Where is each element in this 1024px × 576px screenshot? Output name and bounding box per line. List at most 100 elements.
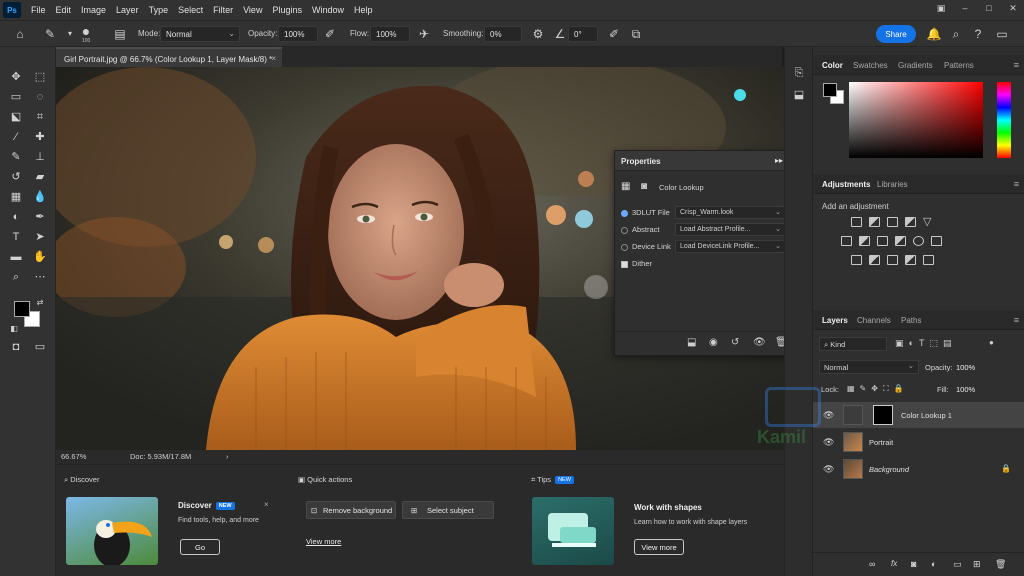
- tab-gradients[interactable]: Gradients: [898, 61, 933, 70]
- lasso-tool-icon[interactable]: ◌: [32, 89, 48, 105]
- tab-color[interactable]: Color: [822, 61, 843, 70]
- share-button[interactable]: Share: [876, 25, 916, 43]
- brush-preset-icon[interactable]: ●: [78, 23, 94, 39]
- layer-name[interactable]: Color Lookup 1: [901, 411, 952, 420]
- gear-icon[interactable]: ⚙: [530, 26, 546, 42]
- object-select-tool-icon[interactable]: ⬕: [8, 109, 24, 125]
- black-white-icon[interactable]: [877, 236, 888, 246]
- close-tab-icon[interactable]: ×: [271, 54, 276, 63]
- tab-layers[interactable]: Layers: [822, 316, 848, 325]
- reset-icon[interactable]: ↺: [731, 337, 739, 348]
- foreground-color-swatch[interactable]: [14, 301, 30, 317]
- link-layers-icon[interactable]: ∞: [869, 559, 875, 569]
- tab-paths[interactable]: Paths: [901, 316, 921, 325]
- brush-settings-icon[interactable]: ▤: [112, 26, 128, 42]
- channel-mixer-icon[interactable]: [913, 236, 924, 246]
- radio-3dlut-file[interactable]: 3DLUT File: [621, 208, 670, 217]
- fill-value[interactable]: 100%: [956, 385, 975, 394]
- menu-file[interactable]: File: [31, 5, 46, 15]
- select-subject-button[interactable]: ⊞ Select subject: [402, 501, 494, 519]
- shape-tool-icon[interactable]: ▬: [8, 249, 24, 265]
- layer-filter-select[interactable]: ⌕ Kind: [819, 337, 887, 351]
- pen-tool-icon[interactable]: ✒: [32, 209, 48, 225]
- airbrush-icon[interactable]: ✈: [416, 26, 432, 42]
- new-adjustment-icon[interactable]: ◐: [931, 559, 936, 569]
- brush-tool-icon[interactable]: ✎: [8, 149, 24, 165]
- radio-device-link[interactable]: Device Link: [621, 242, 671, 251]
- collapse-icon[interactable]: ▸▸: [775, 156, 783, 165]
- tab-adjustments[interactable]: Adjustments: [822, 180, 870, 189]
- menu-select[interactable]: Select: [178, 5, 203, 15]
- view-more-link[interactable]: View more: [306, 537, 341, 546]
- menu-view[interactable]: View: [243, 5, 262, 15]
- search-icon[interactable]: ⌕: [948, 26, 964, 42]
- swap-colors-icon[interactable]: ⇄: [32, 295, 48, 311]
- filter-toggle-icon[interactable]: ●: [989, 338, 994, 347]
- go-button[interactable]: Go: [180, 539, 220, 555]
- tab-libraries[interactable]: Libraries: [877, 180, 908, 189]
- exposure-adjust-icon[interactable]: [905, 217, 916, 227]
- menu-help[interactable]: Help: [354, 5, 373, 15]
- dropdown-chevron-icon[interactable]: ▾: [62, 26, 78, 42]
- gradient-map-icon[interactable]: [905, 255, 916, 265]
- close-icon[interactable]: ✕: [1008, 3, 1018, 14]
- color-picker-field[interactable]: [849, 82, 983, 158]
- path-select-tool-icon[interactable]: ➤: [32, 229, 48, 245]
- delete-layer-icon[interactable]: 🗑: [995, 559, 1006, 570]
- home-icon[interactable]: ⌂: [12, 26, 28, 42]
- status-chevron-icon[interactable]: ›: [226, 452, 229, 461]
- curves-adjust-icon[interactable]: [887, 217, 898, 227]
- posterize-icon[interactable]: [869, 255, 880, 265]
- close-icon[interactable]: ×: [264, 500, 269, 509]
- quick-mask-icon[interactable]: ◘: [8, 339, 24, 355]
- menu-layer[interactable]: Layer: [116, 5, 139, 15]
- tab-patterns[interactable]: Patterns: [944, 61, 974, 70]
- panel-menu-icon[interactable]: ≡: [1014, 60, 1019, 70]
- menu-plugins[interactable]: Plugins: [272, 5, 302, 15]
- view-more-button[interactable]: View more: [634, 539, 684, 555]
- layer-name[interactable]: Portrait: [869, 438, 893, 447]
- workspace-icon[interactable]: ▭: [994, 26, 1010, 42]
- type-tool-icon[interactable]: T: [8, 229, 24, 245]
- smoothing-field[interactable]: 0%: [484, 26, 522, 42]
- gradient-tool-icon[interactable]: ▦: [8, 189, 24, 205]
- menu-edit[interactable]: Edit: [56, 5, 72, 15]
- help-icon[interactable]: ?: [970, 26, 986, 42]
- maximize-icon[interactable]: □: [984, 3, 994, 14]
- photo-filter-icon[interactable]: [895, 236, 906, 246]
- color-lookup-icon[interactable]: [931, 236, 942, 246]
- new-layer-icon[interactable]: ⊞: [973, 559, 981, 570]
- doc-size[interactable]: Doc: 5.93M/17.8M: [130, 452, 191, 461]
- panel-menu-icon[interactable]: ≡: [1014, 315, 1019, 325]
- screen-mode-icon[interactable]: ▭: [32, 339, 48, 355]
- artboard-tool-icon[interactable]: ⬚: [32, 69, 48, 85]
- layer-filter-icons[interactable]: ▣◐T⬚▤: [895, 338, 956, 349]
- selective-color-icon[interactable]: [923, 255, 934, 265]
- color-balance-icon[interactable]: [859, 236, 870, 246]
- crop-tool-icon[interactable]: ⌗: [32, 109, 48, 125]
- stamp-tool-icon[interactable]: ⊥: [32, 149, 48, 165]
- hue-slider[interactable]: [997, 82, 1011, 158]
- mode-select[interactable]: Normal ⌄: [160, 26, 240, 42]
- marquee-tool-icon[interactable]: ▭: [8, 89, 24, 105]
- eyedropper-tool-icon[interactable]: ⁄: [8, 129, 24, 145]
- blur-tool-icon[interactable]: 💧: [32, 189, 48, 205]
- brightness-adjust-icon[interactable]: [851, 217, 862, 227]
- menu-filter[interactable]: Filter: [213, 5, 233, 15]
- visibility-eye-icon[interactable]: 👁: [753, 337, 766, 348]
- zoom-level[interactable]: 66.67%: [61, 452, 86, 461]
- abstract-select[interactable]: Load Abstract Profile... ⌄: [675, 223, 785, 236]
- eraser-tool-icon[interactable]: ▰: [32, 169, 48, 185]
- tab-channels[interactable]: Channels: [857, 316, 891, 325]
- arrange-icon[interactable]: ▣: [936, 3, 946, 14]
- new-group-icon[interactable]: ▭: [953, 559, 962, 570]
- pressure-opacity-icon[interactable]: ✐: [322, 26, 338, 42]
- panel-menu-icon[interactable]: ≡: [1014, 179, 1019, 189]
- clip-to-layer-icon[interactable]: ⬓: [687, 337, 696, 348]
- angle-field[interactable]: 0°: [568, 26, 598, 42]
- vibrance-adjust-icon[interactable]: ▽: [923, 215, 931, 228]
- menu-type[interactable]: Type: [149, 5, 169, 15]
- threshold-icon[interactable]: [887, 255, 898, 265]
- dodge-tool-icon[interactable]: ◐: [8, 209, 24, 225]
- add-mask-icon[interactable]: ◙: [911, 559, 916, 569]
